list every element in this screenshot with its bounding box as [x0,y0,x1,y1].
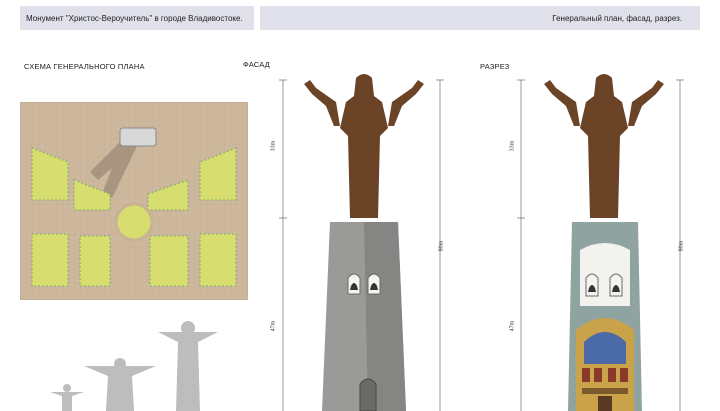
dim-total-facade: 80m [438,240,445,252]
facade-drawing [279,74,444,411]
lawn [79,235,111,287]
dim-statue-section: 33m [509,140,516,152]
monument-title: Монумент "Христос-Вероучитель" в городе … [26,13,243,23]
scale-comparison [50,321,218,411]
header-right: Генеральный план, фасад, разрез. [260,6,700,30]
lawn [199,233,237,287]
central-circle-lawn [114,202,154,242]
dim-statue-facade: 33m [270,140,277,152]
lawn [149,235,189,287]
lawn [31,233,69,287]
site-plan-drawing [20,102,248,300]
monument-base-plan [119,127,157,147]
section-label: РАЗРЕЗ [480,62,510,71]
header-left: Монумент "Христос-Вероучитель" в городе … [20,6,254,30]
facade-label: ФАСАД [243,60,270,69]
dim-total-section: 80m [678,240,685,252]
dim-pedestal-facade: 47m [270,320,277,332]
plan-label: СХЕМА ГЕНЕРАЛЬНОГО ПЛАНА [24,62,145,71]
section-drawing [517,74,684,411]
dim-pedestal-section: 47m [509,320,516,332]
sheet-title: Генеральный план, фасад, разрез. [552,13,682,23]
